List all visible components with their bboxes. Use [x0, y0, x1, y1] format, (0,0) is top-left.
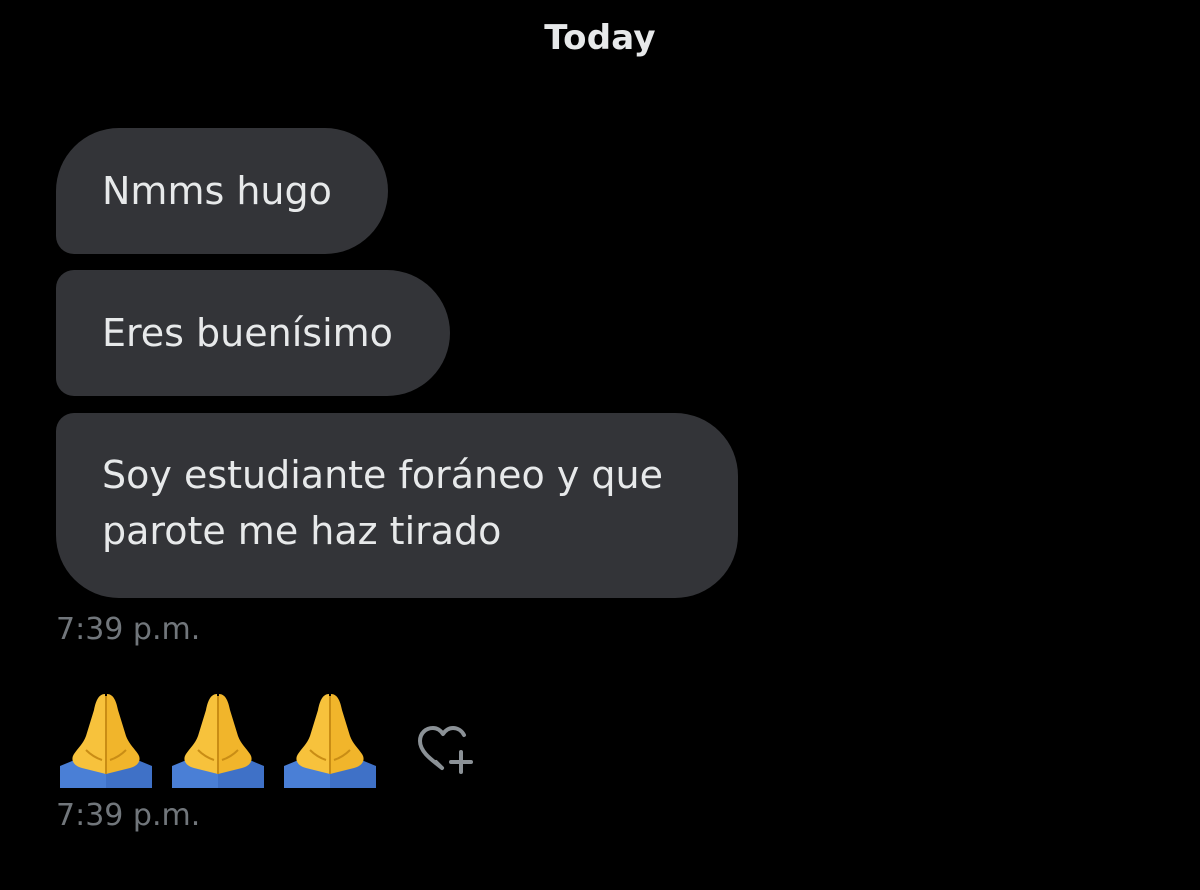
message-bubble[interactable]: Eres buenísimo [56, 270, 450, 396]
folded-hands-emoji [284, 694, 376, 788]
message-text-line: parote me haz tirado [102, 509, 502, 553]
folded-hands-emoji [172, 694, 264, 788]
folded-hands-emoji [60, 694, 152, 788]
message-text: Eres buenísimo [102, 311, 393, 355]
day-divider: Today [544, 18, 656, 58]
message-timestamp: 7:39 p.m. [56, 612, 201, 647]
message-bubble[interactable]: Soy estudiante foráneo y que parote me h… [56, 413, 738, 598]
emoji-message[interactable] [56, 684, 380, 788]
message-timestamp: 7:39 p.m. [56, 798, 201, 833]
message-text-line: Soy estudiante foráneo y que [102, 453, 663, 497]
heart-plus-icon [418, 726, 473, 774]
message-bubble[interactable]: Nmms hugo [56, 128, 388, 254]
message-text: Nmms hugo [102, 169, 332, 213]
add-reaction-button[interactable] [412, 722, 480, 778]
